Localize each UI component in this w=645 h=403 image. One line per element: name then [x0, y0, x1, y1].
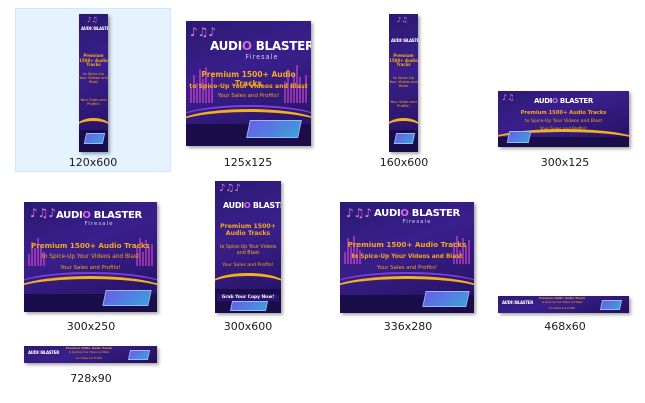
banner-headline: Premium 1500+ Audio Tracks	[220, 223, 276, 238]
banner-subline-2: Your Sales and Profits!	[222, 263, 274, 268]
banner-logo: AUDIO BLASTER	[534, 97, 594, 105]
banner-subline-2: Your Sales and Profits!	[376, 265, 438, 271]
music-notes-icon: ♪♫♪	[219, 183, 241, 194]
keyboard-pad-image	[102, 290, 152, 306]
banner-subline-2: Your Sales and Profits!	[75, 357, 103, 360]
banner-subline: to Spice-Up Your Videos and Blast	[79, 72, 108, 85]
thumbnail-120x600[interactable]: ♪♫ AUDIOBLASTER Premium 1500+ Audio Trac…	[79, 14, 108, 152]
banner-logo: AUDIO BLASTER	[223, 201, 281, 210]
banner-logo: AUDIOBLASTER	[28, 350, 59, 355]
keyboard-pad-image	[506, 131, 532, 143]
banner-subline-2: Your Sales and Profits!	[548, 307, 576, 310]
banner-headline: Premium 1500+ Audio Tracks	[347, 240, 467, 249]
banner-logo: AUDIO BLASTER Firesale	[374, 208, 460, 225]
file-name-300x250: 300x250	[66, 320, 116, 333]
thumbnail-125x125[interactable]: ♪♫♪ AUDIO BLASTER Firesale Premium 1500+ …	[186, 21, 311, 146]
music-notes-icon: ♪♫	[502, 93, 515, 102]
thumbnail-468x60[interactable]: AUDIOBLASTER Premium 1500+ Audio Tracks …	[498, 296, 629, 313]
music-notes-icon: ♪♫♪	[346, 206, 373, 220]
file-name-300x600: 300x600	[223, 320, 273, 333]
file-name-125x125: 125x125	[223, 156, 273, 169]
keyboard-pad-image	[246, 120, 302, 138]
grab-copy-button[interactable]: Grab Your Copy Now!	[217, 294, 279, 301]
banner-headline: Premium 1500+ Audio Tracks	[79, 53, 108, 68]
keyboard-pad-image	[422, 291, 470, 307]
music-notes-icon: ♪♫	[87, 16, 98, 24]
banner-headline: Premium 1500+ Audio Tracks	[389, 53, 418, 68]
banner-subline-2: Your Sales and Profits!	[80, 98, 107, 106]
banner-logo: AUDIOBLASTER	[81, 26, 108, 31]
banner-subline: to Spice-Up Your Videos and Blast	[389, 76, 418, 89]
keyboard-pad-image	[599, 300, 623, 310]
file-name-336x280: 336x280	[383, 320, 433, 333]
thumbnail-728x90[interactable]: AUDIOBLASTER Premium 1500+ Audio Tracks …	[24, 346, 157, 363]
banner-logo: AUDIO BLASTER Firesale	[56, 210, 142, 227]
keyboard-pad-image	[127, 350, 151, 360]
thumbnail-160x600[interactable]: ♪♫ AUDIOBLASTER Premium 1500+ Audio Trac…	[389, 14, 418, 152]
banner-logo: AUDIOBLASTER	[391, 38, 418, 43]
banner-subline: to Spice-Up Your Videos and Blast	[524, 119, 603, 124]
banner-subline: to Spice-Up Your Videos and Blast	[41, 254, 140, 260]
banner-subline: to Spice-Up Your Videos and Blast	[68, 351, 110, 354]
thumbnail-300x250[interactable]: ♪♫♪ AUDIO BLASTER Firesale Premium 1500+ …	[24, 202, 157, 312]
banner-subline-2: Your Sales and Profits!	[390, 100, 417, 108]
file-name-468x60: 468x60	[544, 320, 586, 333]
banner-subline: to Spice-Up Your Videos and Blast	[189, 83, 308, 90]
banner-subline-2: Your Sales and Profits!	[60, 265, 121, 271]
keyboard-pad-image	[229, 301, 269, 311]
file-name-300x125: 300x125	[540, 156, 590, 169]
music-notes-icon: ♪♫♪	[190, 25, 217, 39]
thumbnail-336x280[interactable]: ♪♫♪ AUDIO BLASTER Firesale Premium 1500+ …	[340, 202, 474, 313]
thumbnail-300x125[interactable]: ♪♫ AUDIO BLASTER Premium 1500+ Audio Tra…	[498, 91, 629, 147]
keyboard-pad-image	[83, 133, 106, 144]
banner-subline: to Spice-Up Your Videos and Blast	[351, 254, 463, 260]
banner-headline: Premium 1500+ Audio Tracks	[520, 110, 607, 116]
banner-logo: AUDIOBLASTER	[502, 300, 533, 305]
file-name-728x90: 728x90	[70, 372, 112, 385]
banner-logo: AUDIO BLASTER Firesale	[210, 39, 311, 61]
thumbnail-300x600[interactable]: ♪♫♪ AUDIO BLASTER Premium 1500+ Audio Tr…	[215, 181, 281, 313]
banner-subline: to Spice-Up Your Videos and Blast	[219, 245, 277, 256]
banner-subline: to Spice-Up Your Videos and Blast	[541, 301, 583, 304]
file-name-120x600: 120x600	[68, 156, 118, 169]
banner-headline: Premium 1500+ Audio Tracks	[538, 296, 586, 300]
file-name-160x600: 160x600	[379, 156, 429, 169]
keyboard-pad-image	[393, 133, 416, 144]
music-notes-icon: ♪♫♪	[30, 206, 57, 220]
music-notes-icon: ♪♫	[397, 16, 408, 24]
banner-headline: Premium 1500+ Audio Tracks	[31, 241, 150, 250]
banner-headline: Premium 1500+ Audio Tracks	[65, 346, 113, 350]
banner-subline-2: Your Sales and Profits!	[217, 93, 280, 99]
